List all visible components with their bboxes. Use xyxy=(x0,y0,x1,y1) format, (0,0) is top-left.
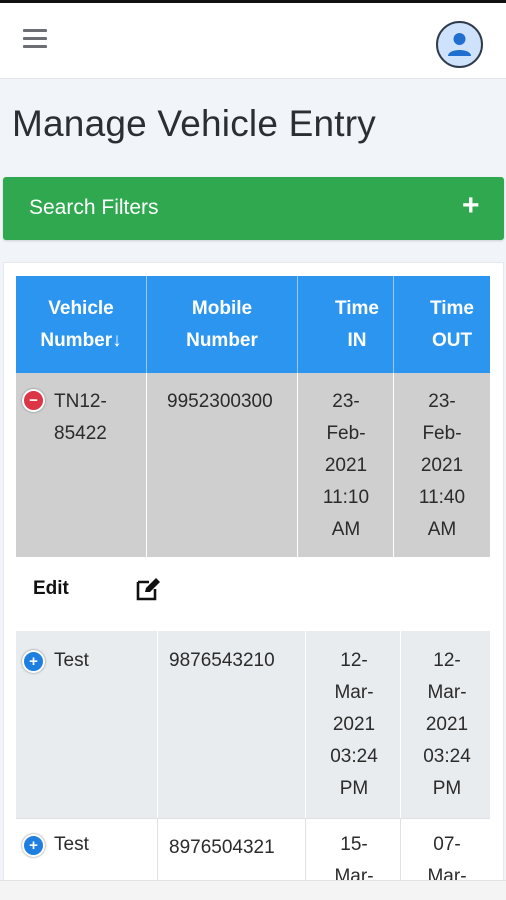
column-header-label: Time IN xyxy=(334,297,379,351)
table-cell-time-in: 12-Mar-2021 03:24 PM xyxy=(306,631,401,818)
time-in: 12-Mar-2021 03:24 PM xyxy=(330,650,378,799)
time-out: 23-Feb-2021 11:40 AM xyxy=(418,391,466,540)
mobile-number: 9952300300 xyxy=(167,391,273,412)
vehicle-number: Test xyxy=(54,650,89,671)
time-in: 15-Mar- xyxy=(334,834,374,880)
table-cell-vehicle: + Test xyxy=(16,631,158,818)
bottom-navigation-bar xyxy=(0,880,506,900)
table-cell-time-out: 07-Mar- xyxy=(401,818,490,880)
table-cell-vehicle: + Test xyxy=(16,818,158,880)
expand-row-icon[interactable]: + xyxy=(22,650,45,673)
collapse-row-icon[interactable]: − xyxy=(22,389,45,412)
plus-icon[interactable]: + xyxy=(462,191,480,221)
column-header-vehicle-number[interactable]: Vehicle Number↓ xyxy=(16,276,147,373)
row-detail-panel xyxy=(16,557,490,631)
table-cell-mobile: 9876543210 xyxy=(158,631,306,818)
page-title: Manage Vehicle Entry xyxy=(12,103,376,144)
table-cell-mobile: 9952300300 xyxy=(147,373,298,557)
table-cell-time-out: 23-Feb-2021 11:40 AM xyxy=(394,373,490,557)
column-header-label: Vehicle Number↓ xyxy=(40,297,122,351)
table-cell-vehicle: − TN12-85422 xyxy=(16,373,147,557)
search-filters-toggle[interactable]: Search Filters + xyxy=(3,177,504,240)
column-header-time-out[interactable]: Time OUT xyxy=(394,276,490,373)
user-avatar-icon[interactable] xyxy=(436,21,483,68)
app-header xyxy=(0,3,506,79)
table-cell-time-in: 23-Feb-2021 11:10 AM xyxy=(298,373,394,557)
edit-square-icon[interactable] xyxy=(136,577,162,601)
column-header-label: Time OUT xyxy=(429,297,474,351)
mobile-number: 9876543210 xyxy=(169,650,275,671)
edit-label: Edit xyxy=(33,578,69,599)
time-in: 23-Feb-2021 11:10 AM xyxy=(322,391,370,540)
time-out: 07-Mar- xyxy=(427,834,467,880)
search-filters-label: Search Filters xyxy=(29,196,159,219)
table-cell-time-out: 12-Mar-2021 03:24 PM xyxy=(401,631,490,818)
time-out: 12-Mar-2021 03:24 PM xyxy=(423,650,471,799)
column-header-time-in[interactable]: Time IN xyxy=(298,276,394,373)
table-cell-mobile: 8976504321 xyxy=(158,818,306,880)
vehicle-number: TN12-85422 xyxy=(54,391,107,444)
column-header-mobile-number[interactable]: Mobile Number xyxy=(147,276,298,373)
vehicle-number: Test xyxy=(54,834,89,855)
hamburger-menu-icon[interactable] xyxy=(23,29,47,49)
mobile-number: 8976504321 xyxy=(169,837,275,858)
column-header-label: Mobile Number xyxy=(186,297,258,351)
table-cell-time-in: 15-Mar- xyxy=(306,818,401,880)
expand-row-icon[interactable]: + xyxy=(22,834,45,857)
user-silhouette-icon xyxy=(448,33,471,56)
